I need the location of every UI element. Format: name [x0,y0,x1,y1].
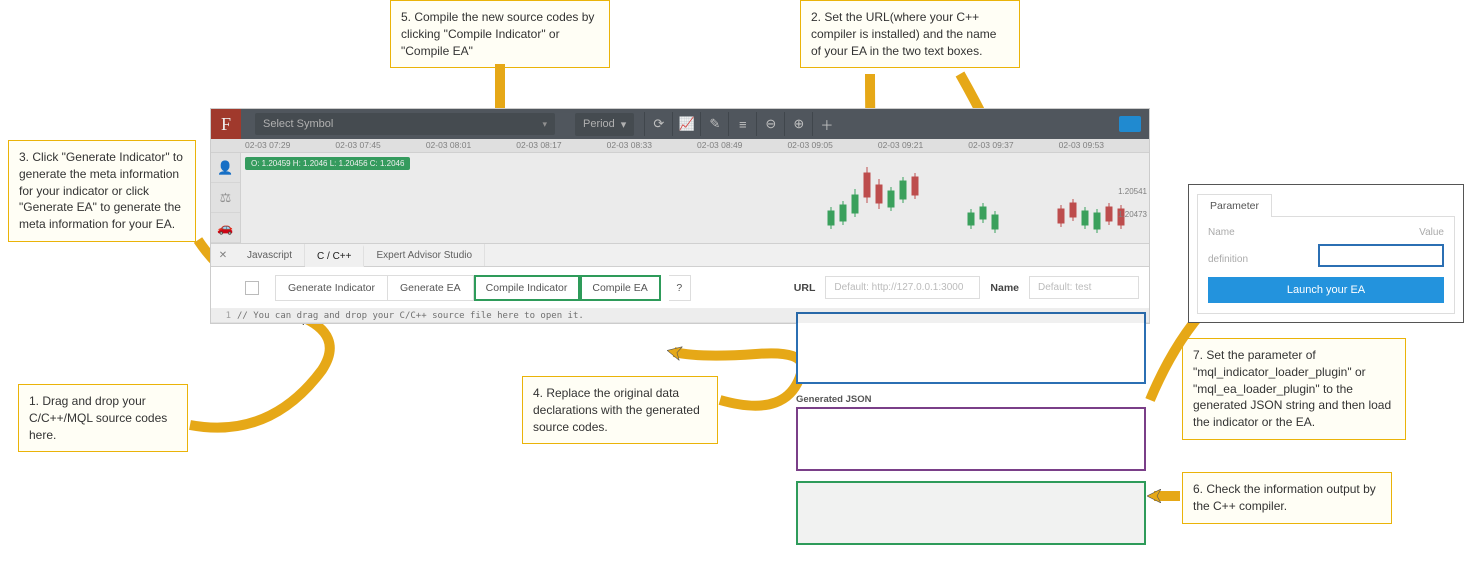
launch-ea-button[interactable]: Launch your EA [1208,277,1444,303]
parameter-tab[interactable]: Parameter [1197,194,1272,217]
param-name-header: Name [1208,227,1419,238]
tab-c-cpp[interactable]: C / C++ [305,245,364,267]
period-label: Period [583,118,615,130]
price-axis: 1.20541 1.20473 [1118,187,1147,233]
callout-5: 5. Compile the new source codes by click… [390,0,610,68]
price-tick: 1.20473 [1118,210,1147,219]
list-icon[interactable]: ≡ [728,112,756,136]
user-icon[interactable]: 👤 [211,153,240,183]
app-window: F Select Symbol ▾ Period ▾ ⟳ 📈 ✎ ≡ ⊖ ⊕ ＋… [210,108,1150,324]
candlesticks [771,159,1149,241]
callout-3: 3. Click "Generate Indicator" to generat… [8,140,196,242]
left-rail: 👤 ⚖ 🚗 [211,153,241,243]
caret-down-icon: ▾ [542,119,547,130]
time-tick: 02-03 09:21 [878,139,968,152]
url-input[interactable]: Default: http://127.0.0.1:3000 [825,276,980,299]
generate-indicator-button[interactable]: Generate Indicator [275,275,388,301]
toolbar-icons: ⟳ 📈 ✎ ≡ ⊖ ⊕ ＋ [644,112,840,136]
symbol-select[interactable]: Select Symbol ▾ [255,113,555,135]
time-tick: 02-03 08:33 [607,139,697,152]
zoom-out-icon[interactable]: ⊖ [756,112,784,136]
compile-ea-button[interactable]: Compile EA [580,275,660,301]
checkbox[interactable] [245,281,259,295]
compile-indicator-button[interactable]: Compile Indicator [474,275,581,301]
generated-json-label: Generated JSON [796,394,1146,405]
caret-down-icon: ▾ [621,118,627,131]
close-icon[interactable]: ✕ [211,250,235,261]
line-number: 1 [217,311,231,321]
time-tick: 02-03 07:29 [245,139,335,152]
name-input[interactable]: Default: test [1029,276,1139,299]
generated-json-box[interactable] [796,407,1146,471]
symbol-placeholder: Select Symbol [263,118,333,130]
toggle-button[interactable] [1119,116,1141,132]
time-tick: 02-03 08:17 [516,139,606,152]
help-button[interactable]: ? [669,275,691,301]
parameter-card: Parameter Name Value definition Launch y… [1188,184,1464,323]
time-tick: 02-03 08:49 [697,139,787,152]
ohlc-badge: O: 1.20459 H: 1.2046 L: 1.20456 C: 1.204… [245,157,410,170]
timeline: 02-03 07:29 02-03 07:45 02-03 08:01 02-0… [211,139,1149,153]
param-value-input[interactable] [1318,244,1444,267]
plus-icon[interactable]: ＋ [812,112,840,136]
param-value-header: Value [1419,227,1444,238]
compiler-output-box[interactable] [796,481,1146,545]
price-tick: 1.20541 [1118,187,1147,196]
chart-area: 👤 ⚖ 🚗 O: 1.20459 H: 1.2046 L: 1.20456 C:… [211,153,1149,243]
zoom-in-icon[interactable]: ⊕ [784,112,812,136]
editor-tabs: ✕ Javascript C / C++ Expert Advisor Stud… [211,243,1149,267]
url-label: URL [794,282,816,294]
car-icon[interactable]: 🚗 [211,213,240,243]
time-tick: 02-03 08:01 [426,139,516,152]
code-hint: // You can drag and drop your C/C++ sour… [237,311,584,321]
output-panels: Generated C / C++ Source Codes Generated… [796,299,1146,555]
action-toolbar: Generate Indicator Generate EA Compile I… [211,267,1149,309]
pencil-icon[interactable]: ✎ [700,112,728,136]
titlebar: F Select Symbol ▾ Period ▾ ⟳ 📈 ✎ ≡ ⊖ ⊕ ＋ [211,109,1149,139]
callout-2: 2. Set the URL(where your C++ compiler i… [800,0,1020,68]
balance-icon[interactable]: ⚖ [211,183,240,213]
time-tick: 02-03 09:53 [1059,139,1149,152]
callout-7: 7. Set the parameter of "mql_indicator_l… [1182,338,1406,440]
period-select[interactable]: Period ▾ [575,113,634,136]
tab-javascript[interactable]: Javascript [235,244,305,266]
price-chart[interactable]: O: 1.20459 H: 1.2046 L: 1.20456 C: 1.204… [241,153,1149,243]
callout-4: 4. Replace the original data declaration… [522,376,718,444]
tab-eas[interactable]: Expert Advisor Studio [364,244,485,266]
time-tick: 02-03 09:37 [968,139,1058,152]
param-header-row: Name Value [1208,227,1444,238]
callout-1: 1. Drag and drop your C/C++/MQL source c… [18,384,188,452]
callout-6: 6. Check the information output by the C… [1182,472,1392,524]
time-tick: 02-03 07:45 [335,139,425,152]
chart-line-icon[interactable]: 📈 [672,112,700,136]
param-row-name: definition [1208,254,1318,265]
generate-ea-button[interactable]: Generate EA [388,275,474,301]
app-logo: F [211,109,241,139]
generated-source-box[interactable] [796,312,1146,384]
name-label: Name [990,282,1019,294]
time-tick: 02-03 09:05 [787,139,877,152]
refresh-icon[interactable]: ⟳ [644,112,672,136]
